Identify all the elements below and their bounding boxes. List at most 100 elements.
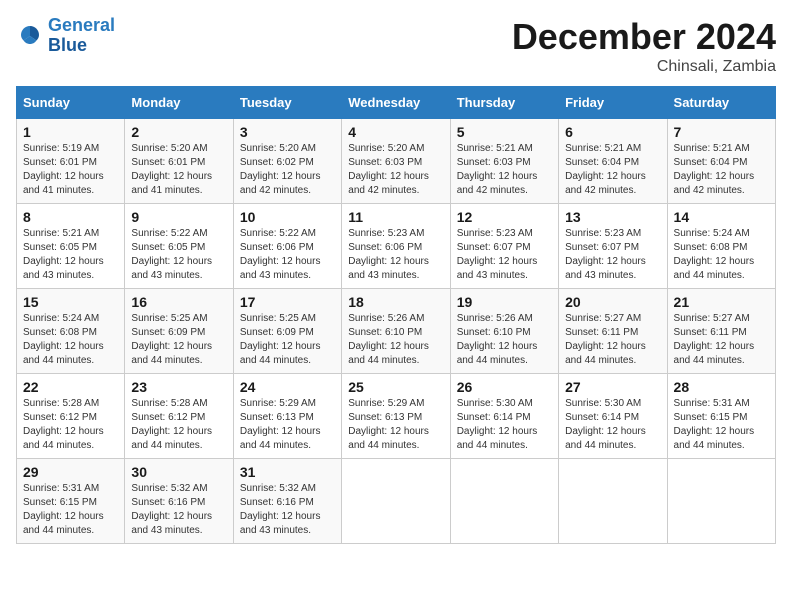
calendar-day-cell: 10 Sunrise: 5:22 AM Sunset: 6:06 PM Dayli… (233, 204, 341, 289)
day-info: Sunrise: 5:20 AM Sunset: 6:03 PM Dayligh… (348, 142, 443, 198)
day-number: 19 (457, 294, 552, 310)
calendar-day-cell: 31Sunrise: 5:32 AM Sunset: 6:16 PM Dayli… (233, 459, 341, 544)
weekday-header-cell: Friday (559, 87, 667, 119)
calendar-day-cell: 6Sunrise: 5:21 AM Sunset: 6:04 PM Daylig… (559, 119, 667, 204)
calendar-day-cell: 30 Sunrise: 5:32 AM Sunset: 6:16 PM Dayli… (125, 459, 233, 544)
day-number: 2 (131, 124, 226, 140)
calendar-day-cell (559, 459, 667, 544)
day-number: 25 (348, 379, 443, 395)
calendar-week-row: 8Sunrise: 5:21 AM Sunset: 6:05 PM Daylig… (17, 204, 776, 289)
day-info: Sunrise: 5:24 AM Sunset: 6:08 PM Dayligh… (23, 312, 118, 368)
calendar-day-cell: 24Sunrise: 5:29 AM Sunset: 6:13 PM Dayli… (233, 374, 341, 459)
calendar-day-cell: 21Sunrise: 5:27 AM Sunset: 6:11 PM Dayli… (667, 289, 775, 374)
day-info: Sunrise: 5:31 AM Sunset: 6:15 PM Dayligh… (674, 397, 769, 453)
calendar-day-cell: 9Sunrise: 5:22 AM Sunset: 6:05 PM Daylig… (125, 204, 233, 289)
day-number: 21 (674, 294, 769, 310)
calendar-day-cell: 3 Sunrise: 5:20 AM Sunset: 6:02 PM Daylig… (233, 119, 341, 204)
day-number: 4 (348, 124, 443, 140)
calendar-day-cell: 23 Sunrise: 5:28 AM Sunset: 6:12 PM Dayli… (125, 374, 233, 459)
calendar-day-cell: 28 Sunrise: 5:31 AM Sunset: 6:15 PM Dayli… (667, 374, 775, 459)
day-info: Sunrise: 5:21 AM Sunset: 6:04 PM Dayligh… (674, 142, 769, 198)
day-number: 22 (23, 379, 118, 395)
weekday-header-cell: Monday (125, 87, 233, 119)
day-info: Sunrise: 5:23 AM Sunset: 6:06 PM Dayligh… (348, 227, 443, 283)
day-number: 15 (23, 294, 118, 310)
calendar-day-cell: 27Sunrise: 5:30 AM Sunset: 6:14 PM Dayli… (559, 374, 667, 459)
weekday-header-cell: Wednesday (342, 87, 450, 119)
day-info: Sunrise: 5:30 AM Sunset: 6:14 PM Dayligh… (457, 397, 552, 453)
calendar-week-row: 22 Sunrise: 5:28 AM Sunset: 6:12 PM Dayli… (17, 374, 776, 459)
day-number: 7 (674, 124, 769, 140)
day-number: 3 (240, 124, 335, 140)
day-number: 29 (23, 464, 118, 480)
location-title: Chinsali, Zambia (512, 58, 776, 76)
day-info: Sunrise: 5:26 AM Sunset: 6:10 PM Dayligh… (348, 312, 443, 368)
calendar-table: SundayMondayTuesdayWednesdayThursdayFrid… (16, 86, 776, 544)
day-info: Sunrise: 5:32 AM Sunset: 6:16 PM Dayligh… (131, 482, 226, 538)
month-title: December 2024 (512, 16, 776, 58)
weekday-header-cell: Tuesday (233, 87, 341, 119)
calendar-day-cell (342, 459, 450, 544)
day-number: 13 (565, 209, 660, 225)
calendar-week-row: 15 Sunrise: 5:24 AM Sunset: 6:08 PM Dayli… (17, 289, 776, 374)
day-info: Sunrise: 5:28 AM Sunset: 6:12 PM Dayligh… (131, 397, 226, 453)
calendar-day-cell: 5 Sunrise: 5:21 AM Sunset: 6:03 PM Daylig… (450, 119, 558, 204)
calendar-day-cell (667, 459, 775, 544)
calendar-day-cell: 20 Sunrise: 5:27 AM Sunset: 6:11 PM Dayli… (559, 289, 667, 374)
calendar-day-cell: 15 Sunrise: 5:24 AM Sunset: 6:08 PM Dayli… (17, 289, 125, 374)
day-number: 8 (23, 209, 118, 225)
title-area: December 2024 Chinsali, Zambia (512, 16, 776, 76)
calendar-day-cell: 2 Sunrise: 5:20 AM Sunset: 6:01 PM Daylig… (125, 119, 233, 204)
calendar-week-row: 29 Sunrise: 5:31 AM Sunset: 6:15 PM Dayli… (17, 459, 776, 544)
day-info: Sunrise: 5:21 AM Sunset: 6:03 PM Dayligh… (457, 142, 552, 198)
day-info: Sunrise: 5:27 AM Sunset: 6:11 PM Dayligh… (565, 312, 660, 368)
weekday-header-row: SundayMondayTuesdayWednesdayThursdayFrid… (17, 87, 776, 119)
calendar-body: 1Sunrise: 5:19 AM Sunset: 6:01 PM Daylig… (17, 119, 776, 544)
day-info: Sunrise: 5:22 AM Sunset: 6:06 PM Dayligh… (240, 227, 335, 283)
calendar-day-cell: 13 Sunrise: 5:23 AM Sunset: 6:07 PM Dayli… (559, 204, 667, 289)
day-info: Sunrise: 5:31 AM Sunset: 6:15 PM Dayligh… (23, 482, 118, 538)
calendar-week-row: 1Sunrise: 5:19 AM Sunset: 6:01 PM Daylig… (17, 119, 776, 204)
calendar-day-cell: 22 Sunrise: 5:28 AM Sunset: 6:12 PM Dayli… (17, 374, 125, 459)
day-number: 31 (240, 464, 335, 480)
weekday-header-cell: Thursday (450, 87, 558, 119)
day-info: Sunrise: 5:21 AM Sunset: 6:04 PM Dayligh… (565, 142, 660, 198)
calendar-day-cell: 29 Sunrise: 5:31 AM Sunset: 6:15 PM Dayli… (17, 459, 125, 544)
weekday-header-cell: Saturday (667, 87, 775, 119)
day-info: Sunrise: 5:29 AM Sunset: 6:13 PM Dayligh… (348, 397, 443, 453)
calendar-day-cell (450, 459, 558, 544)
day-info: Sunrise: 5:25 AM Sunset: 6:09 PM Dayligh… (240, 312, 335, 368)
header: General Blue December 2024 Chinsali, Zam… (16, 16, 776, 76)
day-info: Sunrise: 5:23 AM Sunset: 6:07 PM Dayligh… (457, 227, 552, 283)
logo-text: General Blue (48, 16, 115, 56)
day-number: 10 (240, 209, 335, 225)
day-number: 5 (457, 124, 552, 140)
day-info: Sunrise: 5:20 AM Sunset: 6:01 PM Dayligh… (131, 142, 226, 198)
logo-icon (16, 22, 44, 50)
day-number: 11 (348, 209, 443, 225)
day-number: 26 (457, 379, 552, 395)
weekday-header-cell: Sunday (17, 87, 125, 119)
day-number: 27 (565, 379, 660, 395)
day-number: 14 (674, 209, 769, 225)
calendar-day-cell: 19 Sunrise: 5:26 AM Sunset: 6:10 PM Dayli… (450, 289, 558, 374)
calendar-day-cell: 16 Sunrise: 5:25 AM Sunset: 6:09 PM Dayli… (125, 289, 233, 374)
day-number: 30 (131, 464, 226, 480)
day-number: 12 (457, 209, 552, 225)
day-info: Sunrise: 5:23 AM Sunset: 6:07 PM Dayligh… (565, 227, 660, 283)
calendar-day-cell: 11 Sunrise: 5:23 AM Sunset: 6:06 PM Dayli… (342, 204, 450, 289)
day-info: Sunrise: 5:24 AM Sunset: 6:08 PM Dayligh… (674, 227, 769, 283)
day-number: 16 (131, 294, 226, 310)
day-number: 17 (240, 294, 335, 310)
day-info: Sunrise: 5:29 AM Sunset: 6:13 PM Dayligh… (240, 397, 335, 453)
day-number: 28 (674, 379, 769, 395)
calendar-day-cell: 7 Sunrise: 5:21 AM Sunset: 6:04 PM Daylig… (667, 119, 775, 204)
day-info: Sunrise: 5:26 AM Sunset: 6:10 PM Dayligh… (457, 312, 552, 368)
day-info: Sunrise: 5:25 AM Sunset: 6:09 PM Dayligh… (131, 312, 226, 368)
day-number: 23 (131, 379, 226, 395)
calendar-day-cell: 14 Sunrise: 5:24 AM Sunset: 6:08 PM Dayli… (667, 204, 775, 289)
calendar-day-cell: 4 Sunrise: 5:20 AM Sunset: 6:03 PM Daylig… (342, 119, 450, 204)
day-info: Sunrise: 5:28 AM Sunset: 6:12 PM Dayligh… (23, 397, 118, 453)
day-info: Sunrise: 5:20 AM Sunset: 6:02 PM Dayligh… (240, 142, 335, 198)
day-number: 20 (565, 294, 660, 310)
